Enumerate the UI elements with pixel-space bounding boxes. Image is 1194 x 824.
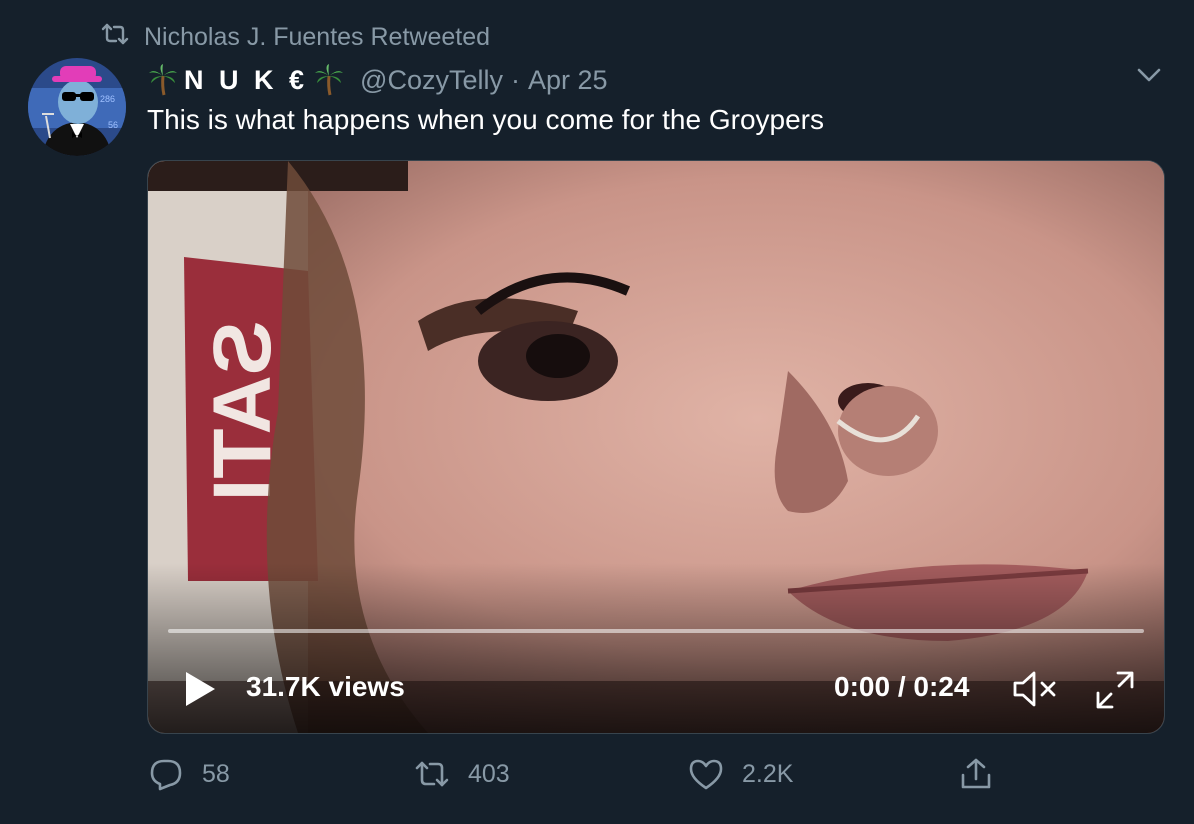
like-button[interactable]: 2.2K [688,752,793,796]
retweet-banner: Nicholas J. Fuentes Retweeted [100,20,490,54]
retweet-banner-text[interactable]: Nicholas J. Fuentes Retweeted [144,23,490,52]
handle[interactable]: @CozyTelly [360,65,503,96]
tweet-header: N U K € @CozyTelly · Apr 25 [148,60,608,100]
like-count: 2.2K [742,759,794,788]
tweet-date[interactable]: Apr 25 [528,65,608,96]
video-time: 0:00 / 0:24 [834,671,970,702]
avatar[interactable]: 286 56 [28,58,126,156]
svg-text:56: 56 [108,120,118,130]
retweet-icon [415,761,449,787]
palm-tree-icon [149,64,177,96]
reply-icon [150,759,182,791]
display-name[interactable]: N U K € [148,64,344,96]
svg-text:286: 286 [100,94,115,104]
reply-button[interactable]: 58 [148,752,230,796]
reply-count: 58 [202,759,230,788]
display-name-text: N U K € [184,64,309,95]
video-player[interactable]: SATI 31.7K views 0:00 / 0:24 [147,160,1165,734]
retweet-count: 403 [468,759,510,788]
share-button[interactable] [958,752,994,796]
heart-icon [689,759,723,790]
view-count: 31.7K views [246,671,405,702]
retweet-icon [100,23,130,52]
progress-bar[interactable] [168,629,1144,633]
fullscreen-icon[interactable] [1092,667,1138,713]
separator: · [510,64,520,95]
tweet-text: This is what happens when you come for t… [147,104,825,135]
retweet-button[interactable]: 403 [414,752,510,796]
chevron-down-icon[interactable] [1132,60,1166,90]
palm-tree-icon [315,64,344,96]
play-icon[interactable] [182,669,218,709]
share-icon [961,758,991,789]
muted-speaker-icon[interactable] [1010,667,1060,711]
